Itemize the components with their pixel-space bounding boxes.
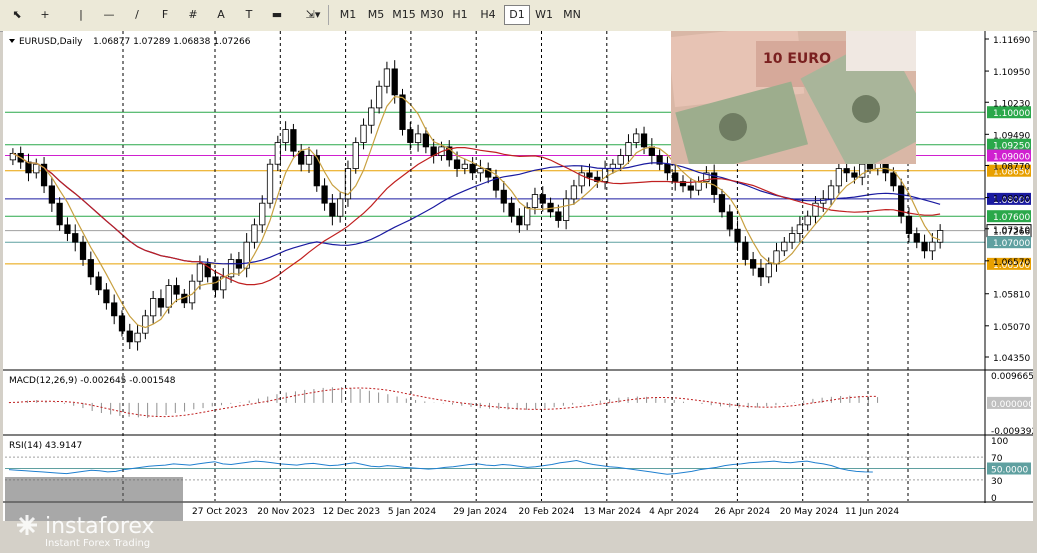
toolbar-separator — [328, 5, 329, 25]
timeframe-d1[interactable]: D1 — [504, 5, 530, 25]
banknotes-photo: 10 EURO — [671, 31, 916, 164]
timeframe-h1[interactable]: H1 — [448, 5, 472, 25]
fibonacci-tool[interactable]: F — [154, 5, 176, 25]
rsi-tick-label: 100 — [991, 437, 1008, 447]
instaforex-logo: instaforex Instant Forex Trading — [11, 509, 186, 549]
text-tool[interactable]: A — [210, 5, 232, 25]
candle[interactable] — [352, 137, 359, 174]
x-tick-label: 26 Apr 2024 — [714, 507, 770, 517]
y-tick-label: 1.08030 — [993, 195, 1030, 205]
y-tick-label: 1.07310 — [993, 226, 1030, 236]
x-tick-label: 12 Dec 2023 — [323, 507, 381, 517]
rsi-tick-label: 30 — [991, 477, 1003, 487]
timeframe-m1[interactable]: M1 — [336, 5, 360, 25]
timeframe-m5[interactable]: M5 — [364, 5, 388, 25]
timeframe-m15[interactable]: M15 — [392, 5, 416, 25]
symbol-title: EURUSD,Daily — [19, 37, 83, 47]
y-tick-label: 1.08770 — [993, 163, 1030, 173]
y-tick-label: 1.09490 — [993, 131, 1030, 141]
candle[interactable] — [266, 159, 274, 209]
y-tick-label: 1.06570 — [993, 258, 1030, 268]
timeframe-mn[interactable]: MN — [560, 5, 584, 25]
rectangle-tool[interactable]: ▬ — [266, 5, 288, 25]
price-level-label: 1.09000 — [993, 153, 1030, 163]
fibo-grid-tool[interactable]: # — [182, 5, 204, 25]
timeframe-m30[interactable]: M30 — [420, 5, 444, 25]
y-tick-label: 1.05070 — [993, 323, 1030, 333]
y-tick-label: 1.04350 — [993, 354, 1030, 364]
x-tick-label: 20 Feb 2024 — [519, 507, 575, 517]
price-level-label: 1.07600 — [993, 213, 1030, 223]
ohlc-values: 1.06877 1.07289 1.06838 1.07266 — [93, 37, 251, 47]
chart-window[interactable]: EURUSD,Daily 1.06877 1.07289 1.06838 1.07… — [3, 31, 1037, 549]
x-tick-label: 13 Mar 2024 — [584, 507, 641, 517]
x-tick-label: 5 Jan 2024 — [388, 507, 436, 517]
y-tick-label: 1.10230 — [993, 99, 1030, 109]
x-tick-label: 29 Jan 2024 — [453, 507, 507, 517]
toolbar: ⬉ + | — / F # A T ▬ ⇲▾ M1 M5 M15 M30 H1 H4 D1 W1 MN — [0, 0, 1037, 32]
vertical-line-tool[interactable]: | — [70, 5, 92, 25]
text-label-tool[interactable]: T — [238, 5, 260, 25]
candle[interactable] — [399, 88, 406, 136]
rsi-title: RSI(14) 43.9147 — [9, 441, 82, 451]
x-tick-label: 4 Apr 2024 — [649, 507, 699, 517]
x-tick-label: 11 Jun 2024 — [845, 507, 899, 517]
crosshair-tool[interactable]: + — [34, 5, 56, 25]
horizontal-line-tool[interactable]: — — [98, 5, 120, 25]
cursor-tool[interactable]: ⬉ — [6, 5, 28, 25]
x-tick-label: 20 May 2024 — [780, 507, 839, 517]
macd-tick-label: 0.000000 — [991, 400, 1033, 410]
rsi-tick-label: 50.0000 — [991, 466, 1028, 476]
timeframe-w1[interactable]: W1 — [532, 5, 556, 25]
banknote-label: 10 EURO — [763, 51, 831, 67]
macd-tick-label: -0.009392 — [991, 427, 1033, 437]
shapes-tool[interactable]: ⇲▾ — [302, 5, 324, 25]
price-level-label: 1.07000 — [993, 239, 1030, 249]
brand-name: instaforex — [45, 514, 155, 539]
timeframe-h4[interactable]: H4 — [476, 5, 500, 25]
y-tick-label: 1.11690 — [993, 36, 1030, 46]
trend-line-tool[interactable]: / — [126, 5, 148, 25]
x-tick-label: 27 Oct 2023 — [192, 507, 248, 517]
price-level-label: 1.10000 — [993, 109, 1030, 119]
x-tick-label: 20 Nov 2023 — [257, 507, 315, 517]
macd-title: MACD(12,26,9) -0.002645 -0.001548 — [9, 376, 176, 386]
rsi-tick-label: 0 — [991, 494, 997, 504]
y-tick-label: 1.10950 — [993, 68, 1030, 78]
macd-tick-label: 0.009665 — [991, 372, 1033, 382]
chart-header: EURUSD,Daily 1.06877 1.07289 1.06838 1.07… — [9, 37, 251, 47]
y-tick-label: 1.05810 — [993, 291, 1030, 301]
brand-tagline: Instant Forex Trading — [45, 538, 150, 549]
